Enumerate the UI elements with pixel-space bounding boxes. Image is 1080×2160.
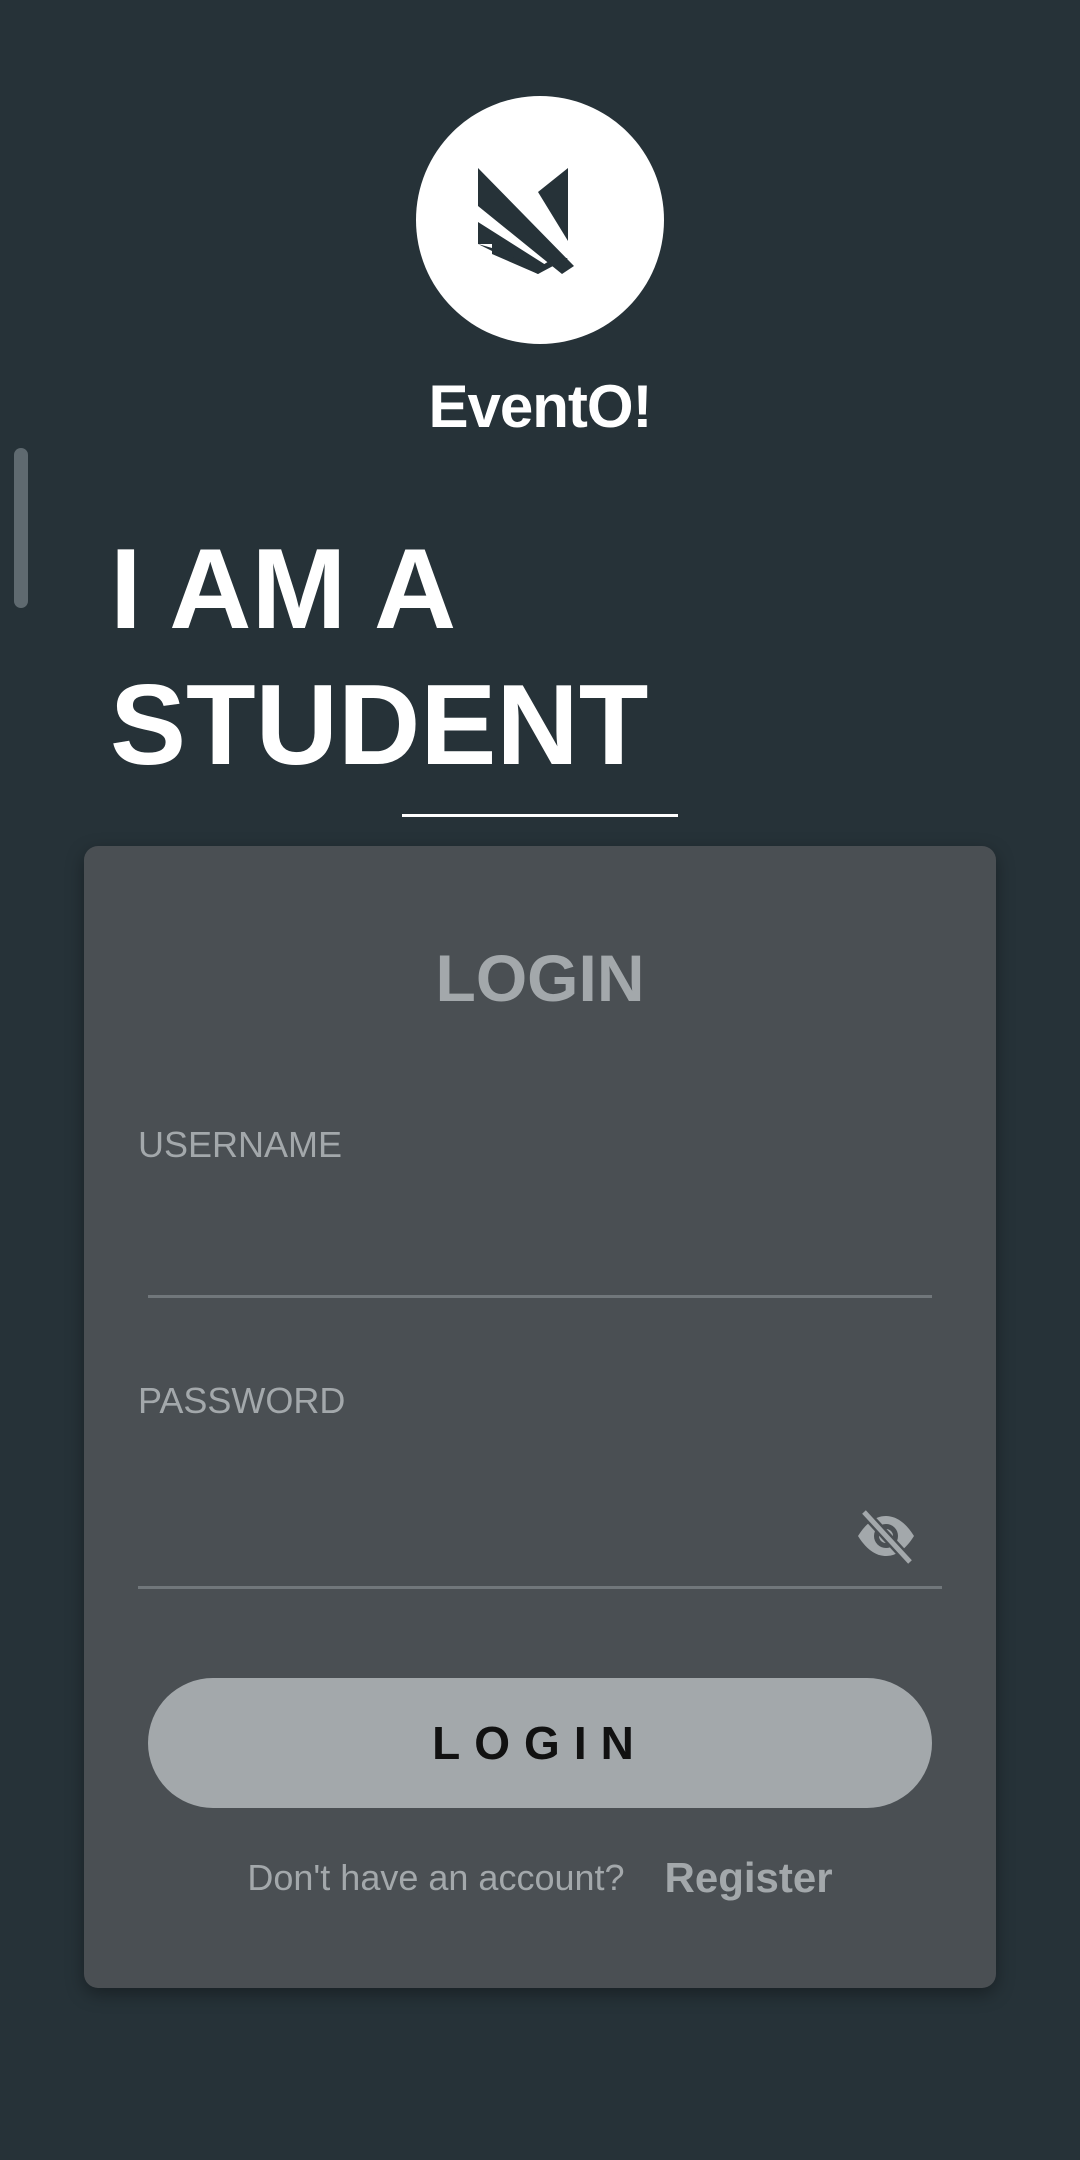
- role-heading-line2: STUDENT: [110, 662, 649, 789]
- role-heading: I AM A STUDENT: [110, 522, 648, 794]
- username-label: USERNAME: [138, 1124, 343, 1165]
- app-logo: [416, 96, 664, 344]
- register-link[interactable]: Register: [665, 1854, 833, 1901]
- register-row: Don't have an account? Register: [84, 1854, 996, 1902]
- username-underline: [148, 1295, 932, 1298]
- app-name: EventO!: [428, 373, 652, 440]
- login-card: LOGIN USERNAME PASSWORD LOGIN Don't have…: [84, 846, 996, 1988]
- heading-divider: [402, 814, 678, 817]
- password-label: PASSWORD: [138, 1380, 346, 1421]
- role-heading-line1: I AM A: [110, 526, 457, 653]
- register-prompt: Don't have an account?: [247, 1857, 625, 1898]
- login-screen: EventO! I AM A STUDENT LOGIN USERNAME PA…: [0, 0, 1080, 2160]
- scroll-indicator[interactable]: [14, 448, 28, 608]
- evento-logo-icon: [478, 168, 574, 274]
- username-input[interactable]: [148, 1186, 928, 1256]
- login-button[interactable]: LOGIN: [148, 1678, 932, 1808]
- login-card-title: LOGIN: [435, 941, 645, 1015]
- password-underline: [138, 1586, 942, 1589]
- password-input[interactable]: [138, 1446, 838, 1516]
- password-visibility-toggle[interactable]: [854, 1508, 918, 1566]
- eye-off-icon: [858, 1508, 914, 1566]
